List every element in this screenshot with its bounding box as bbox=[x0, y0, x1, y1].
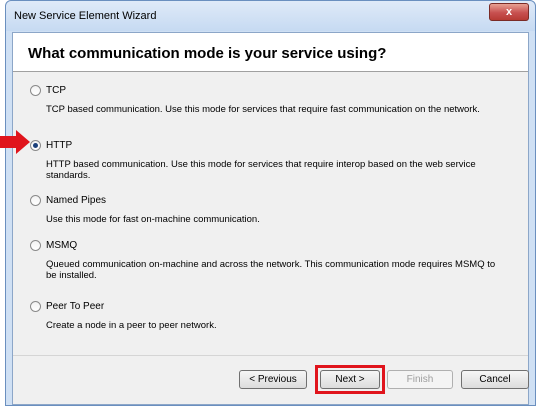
radio-label-tcp: TCP bbox=[46, 84, 66, 96]
next-button-highlight bbox=[315, 365, 385, 394]
previous-button[interactable]: < Previous bbox=[239, 370, 307, 389]
option-description-named-pipes: Use this mode for fast on-machine commun… bbox=[46, 214, 260, 225]
radio-button[interactable] bbox=[30, 239, 41, 251]
option-named-pipes: Named Pipes Use this mode for fast on-ma… bbox=[30, 192, 513, 225]
finish-button: Finish bbox=[387, 370, 453, 389]
page-title: What communication mode is your service … bbox=[28, 45, 387, 62]
radio-button[interactable] bbox=[30, 194, 41, 206]
option-msmq: MSMQ Queued communication on-machine and… bbox=[30, 237, 513, 281]
option-description-http: HTTP based communication. Use this mode … bbox=[46, 159, 476, 181]
wizard-header: What communication mode is your service … bbox=[13, 33, 528, 71]
radio-button[interactable] bbox=[30, 300, 41, 312]
option-peer-to-peer: Peer To Peer Create a node in a peer to … bbox=[30, 298, 513, 331]
radio-button[interactable] bbox=[30, 84, 41, 96]
radio-named-pipes[interactable]: Named Pipes bbox=[30, 192, 513, 208]
option-http: HTTP HTTP based communication. Use this … bbox=[30, 137, 513, 181]
options-panel: TCP TCP based communication. Use this mo… bbox=[13, 72, 528, 356]
title-bar[interactable]: New Service Element Wizard x bbox=[6, 1, 535, 31]
option-description-peer-to-peer: Create a node in a peer to peer network. bbox=[46, 320, 217, 331]
cancel-button[interactable]: Cancel bbox=[461, 370, 529, 389]
radio-peer-to-peer[interactable]: Peer To Peer bbox=[30, 298, 513, 314]
close-icon: x bbox=[505, 6, 513, 18]
close-button[interactable]: x bbox=[489, 3, 529, 21]
radio-msmq[interactable]: MSMQ bbox=[30, 237, 513, 253]
wizard-footer: < Previous Next > Finish Cancel bbox=[13, 355, 529, 404]
wizard-window: New Service Element Wizard x What commun… bbox=[5, 0, 536, 406]
radio-tcp[interactable]: TCP bbox=[30, 82, 513, 98]
radio-label-http: HTTP bbox=[46, 139, 73, 151]
option-tcp: TCP TCP based communication. Use this mo… bbox=[30, 82, 513, 115]
red-arrow-icon bbox=[0, 130, 30, 154]
option-description-tcp: TCP based communication. Use this mode f… bbox=[46, 104, 480, 115]
wizard-client-area: What communication mode is your service … bbox=[12, 32, 529, 405]
option-description-msmq: Queued communication on-machine and acro… bbox=[46, 259, 496, 281]
radio-http[interactable]: HTTP bbox=[30, 137, 513, 153]
radio-label-msmq: MSMQ bbox=[46, 239, 78, 251]
radio-label-peer-to-peer: Peer To Peer bbox=[46, 300, 105, 312]
window-title: New Service Element Wizard bbox=[14, 10, 157, 22]
radio-label-named-pipes: Named Pipes bbox=[46, 194, 107, 206]
